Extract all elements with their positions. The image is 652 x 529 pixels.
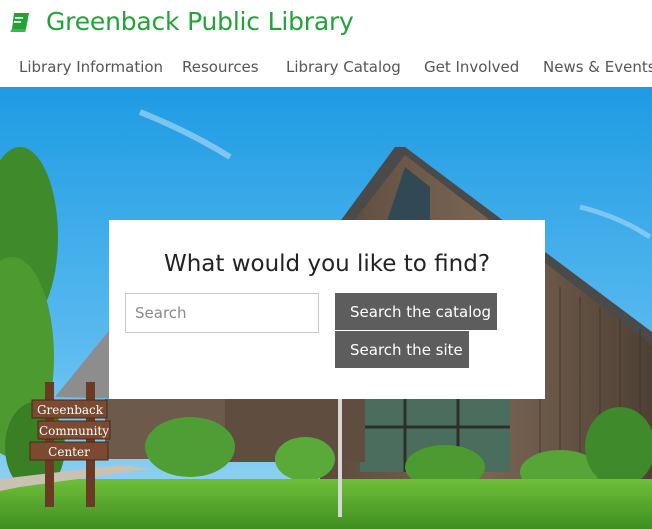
search-catalog-button[interactable]: Search the catalog [335,293,497,330]
search-panel: What would you like to find? Search the … [109,220,545,399]
site-title[interactable]: Greenback Public Library [46,6,354,38]
nav-library-catalog[interactable]: Library Catalog [286,58,401,76]
sign-line-1: Greenback [37,403,104,417]
main-nav: Library Information Resources Library Ca… [0,58,652,78]
nav-resources[interactable]: Resources [182,58,259,76]
nav-news-events[interactable]: News & Events [543,58,652,76]
search-heading: What would you like to find? [163,251,491,277]
nav-library-information[interactable]: Library Information [19,58,163,76]
community-center-sign: Greenback Community Center [29,399,111,461]
nav-get-involved[interactable]: Get Involved [424,58,519,76]
site-header: Greenback Public Library Library Informa… [0,0,652,87]
sign-line-3: Center [48,445,90,459]
book-icon [8,10,32,34]
search-input[interactable] [125,293,319,333]
brand[interactable]: Greenback Public Library [8,6,354,38]
search-site-button[interactable]: Search the site [335,331,469,368]
sign-line-2: Community [39,424,109,438]
